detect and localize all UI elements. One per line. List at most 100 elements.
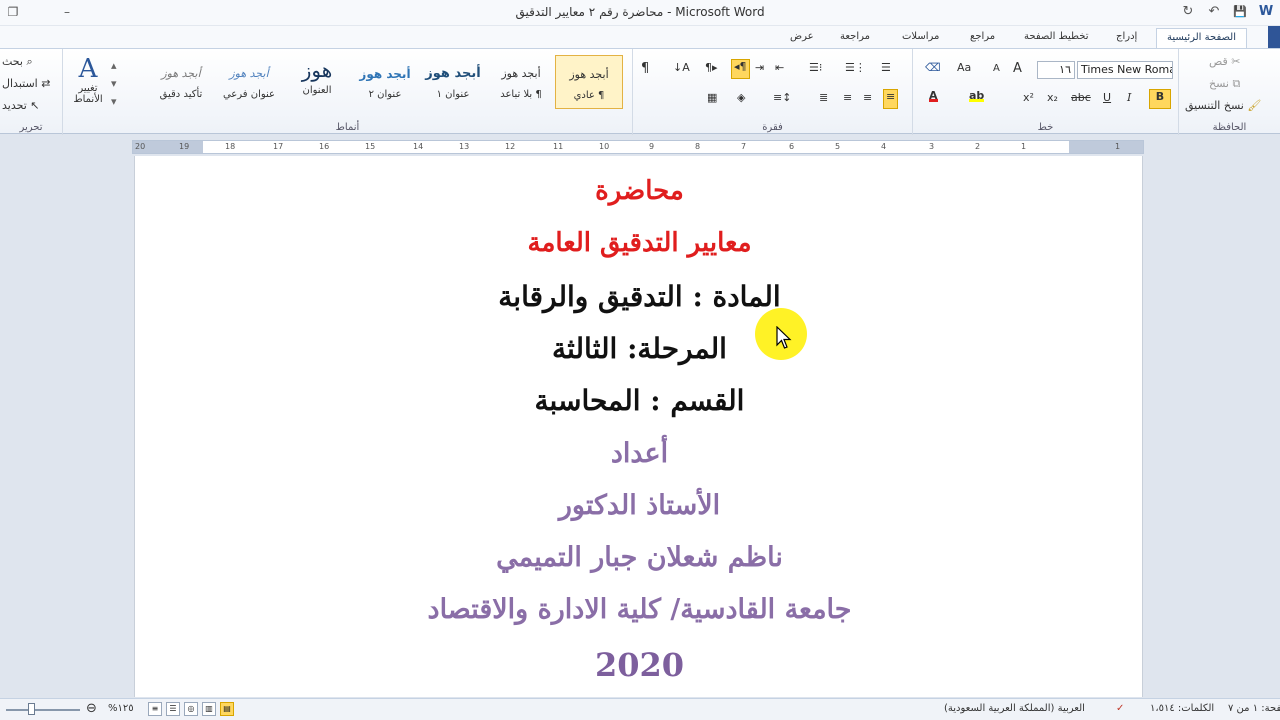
change-case-button[interactable]: Aa	[957, 61, 971, 81]
sort-icon[interactable]: A↓	[673, 61, 690, 81]
proofing-icon[interactable]: ✓	[1116, 703, 1124, 714]
underline-button[interactable]: U	[1103, 91, 1111, 111]
style-subtle-emphasis[interactable]: أبجد هوز تأكيد دقيق	[147, 55, 215, 109]
zoom-slider-thumb[interactable]	[28, 703, 35, 715]
ruler-margin-right	[1069, 141, 1143, 153]
bullets-icon[interactable]: ☰	[881, 61, 891, 81]
paintbrush-icon: 🖌	[1247, 99, 1262, 112]
document-page[interactable]: محاضرة معايير التدقيق العامة المادة : ال…	[134, 156, 1143, 697]
font-size-box[interactable]: ١٦	[1037, 61, 1075, 79]
tab-insert[interactable]: إدراج	[1106, 28, 1147, 48]
justify-icon[interactable]: ≣	[819, 91, 828, 111]
ruler-tick: 15	[365, 142, 376, 151]
ribbon-tabs: الصفحة الرئيسية إدراج تخطيط الصفحة مراجع…	[0, 26, 1280, 48]
paragraph-label: فقرة	[762, 122, 783, 133]
shading-icon[interactable]: ◈	[737, 91, 745, 111]
doc-line-prepared-by: أعداد	[610, 438, 669, 469]
styles-scroll-down-icon[interactable]: ▾	[111, 77, 117, 97]
style-heading-1[interactable]: أبجد هوز عنوان ١	[419, 55, 487, 109]
ruler-tick: 2	[975, 142, 981, 151]
superscript-button[interactable]: x²	[1023, 91, 1034, 111]
clipboard-group: ✂ قص ⧉ نسخ 🖌 نسخ التنسيق الحافظة	[1178, 49, 1280, 135]
style-normal[interactable]: أبجد هوز ¶ عادي	[555, 55, 623, 109]
clear-format-icon[interactable]: ⌫	[925, 61, 941, 81]
find-button[interactable]: ⌕ بحث	[2, 55, 33, 75]
doc-line-author-name: ناظم شعلان جبار التميمي	[496, 542, 783, 573]
undo-icon[interactable]: ↶	[1206, 3, 1222, 21]
language-indicator[interactable]: العربية (المملكة العربية السعودية)	[944, 703, 1085, 714]
doc-line-stage: المرحلة: الثالثة	[552, 332, 727, 365]
line-spacing-icon[interactable]: ↕≡	[773, 91, 791, 111]
grow-font-button[interactable]: A	[1013, 61, 1022, 81]
doc-line-title: معايير التدقيق العامة	[527, 228, 752, 258]
align-left-icon[interactable]: ≡	[843, 91, 852, 111]
select-button[interactable]: ↖ تحديد	[2, 99, 40, 119]
outline-view-icon[interactable]: ☰	[166, 702, 180, 716]
page-indicator[interactable]: الصفحة: ١ من ٧	[1228, 703, 1280, 714]
shrink-font-button[interactable]: A	[993, 63, 1000, 83]
tab-page-layout[interactable]: تخطيط الصفحة	[1014, 28, 1099, 48]
document-area: محاضرة معايير التدقيق العامة المادة : ال…	[0, 156, 1280, 697]
style-heading-2[interactable]: أبجد هوز عنوان ٢	[351, 55, 419, 109]
change-styles-button[interactable]: A تغيير الأنماط	[65, 55, 111, 115]
italic-button[interactable]: I	[1127, 91, 1131, 111]
ruler-tick: 17	[273, 142, 284, 151]
horizontal-ruler[interactable]: 20 19 18 17 16 15 14 13 12 11 10 9 8 7 6…	[132, 140, 1144, 154]
ruler-tick: 14	[413, 142, 424, 151]
ruler-tick: 7	[741, 142, 747, 151]
tab-view[interactable]: عرض	[780, 28, 824, 48]
ruler-tick: 9	[649, 142, 655, 151]
zoom-level[interactable]: ١٢٥%	[108, 703, 134, 714]
tab-references[interactable]: مراجع	[960, 28, 1005, 48]
font-color-icon[interactable]: A	[929, 89, 938, 109]
styles-scroll-up-icon[interactable]: ▴	[111, 59, 117, 79]
quick-access-toolbar: W 💾 ↶ ↻	[1180, 3, 1274, 21]
ruler-tick: 5	[835, 142, 841, 151]
align-right-button[interactable]: ≡	[883, 89, 899, 109]
tab-mailings[interactable]: مراسلات	[892, 28, 949, 48]
ruler-tick: 1	[1115, 142, 1121, 151]
tab-review[interactable]: مراجعة	[830, 28, 880, 48]
ruler-tick: 11	[553, 142, 564, 151]
increase-indent-icon[interactable]: ⇥	[755, 61, 764, 81]
zoom-out-icon[interactable]: ⊖	[86, 701, 97, 716]
copy-button[interactable]: ⧉ نسخ	[1209, 77, 1240, 97]
multilevel-list-icon[interactable]: ⁝☰	[809, 61, 822, 81]
format-painter-button[interactable]: 🖌 نسخ التنسيق	[1185, 99, 1261, 119]
cut-button[interactable]: ✂ قص	[1209, 55, 1240, 75]
word-app-icon[interactable]: W	[1258, 3, 1274, 21]
show-formatting-icon[interactable]: ¶	[641, 61, 649, 81]
copy-icon: ⧉	[1232, 77, 1241, 90]
ltr-direction-icon[interactable]: ▸¶	[705, 61, 718, 81]
select-arrow-icon: ↖	[30, 99, 40, 112]
ribbon: ✂ قص ⧉ نسخ 🖌 نسخ التنسيق الحافظة Times N…	[0, 48, 1280, 135]
redo-icon[interactable]: ↻	[1180, 3, 1196, 21]
decrease-indent-icon[interactable]: ⇤	[775, 61, 784, 81]
strikethrough-button[interactable]: abc	[1071, 91, 1091, 111]
align-center-icon[interactable]: ≡	[863, 91, 872, 111]
bold-button[interactable]: B	[1149, 89, 1171, 109]
print-layout-button[interactable]: ▤	[220, 702, 234, 716]
word-count[interactable]: الكلمات: ١،٥١٤	[1150, 703, 1214, 714]
tab-home[interactable]: الصفحة الرئيسية	[1156, 28, 1247, 48]
highlight-color-icon[interactable]: ab	[969, 89, 985, 109]
style-subtitle[interactable]: أبجد هوز عنوان فرعي	[215, 55, 283, 109]
numbering-icon[interactable]: ⋮☰	[845, 61, 866, 81]
subscript-button[interactable]: x₂	[1047, 91, 1058, 111]
replace-button[interactable]: ⇄ استبدال	[2, 77, 50, 97]
zoom-slider[interactable]	[6, 709, 80, 711]
ruler-tick: 8	[695, 142, 701, 151]
styles-gallery: أبجد هوز ¶ عادي أبجد هوز ¶ بلا تباعد أبج…	[125, 55, 625, 111]
doc-line-professor: الأستاذ الدكتور	[558, 490, 721, 521]
styles-more-icon[interactable]: ▾	[111, 95, 117, 115]
web-layout-icon[interactable]: ◎	[184, 702, 198, 716]
font-name-box[interactable]: Times New Roma	[1077, 61, 1173, 79]
save-icon[interactable]: 💾	[1232, 3, 1248, 21]
style-title[interactable]: هوز العنوان	[283, 55, 351, 109]
draft-view-icon[interactable]: ≡	[148, 702, 162, 716]
editing-group: ⌕ بحث ⇄ استبدال ↖ تحديد تحرير	[0, 49, 62, 135]
style-no-spacing[interactable]: أبجد هوز ¶ بلا تباعد	[487, 55, 555, 109]
borders-icon[interactable]: ▦	[707, 91, 717, 111]
rtl-direction-button[interactable]: ¶◂	[731, 59, 750, 79]
full-screen-reading-icon[interactable]: ▥	[202, 702, 216, 716]
